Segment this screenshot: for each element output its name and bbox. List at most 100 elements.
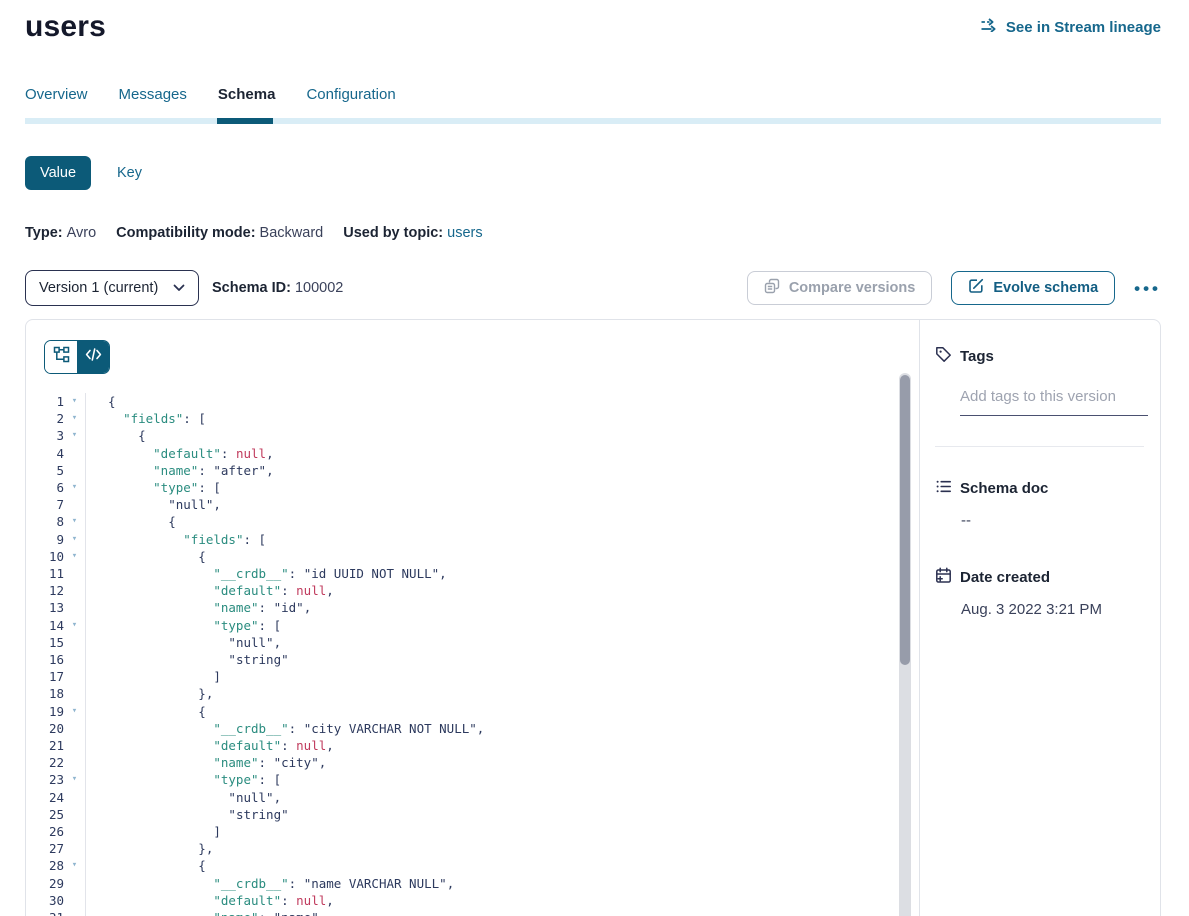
- evolve-schema-label: Evolve schema: [993, 280, 1098, 296]
- code-text: "name": "city",: [85, 754, 919, 771]
- page: users See in Stream lineage Overview Mes…: [0, 0, 1189, 916]
- tree-view-button[interactable]: [45, 341, 77, 373]
- code-line: 13 "name": "id",: [44, 599, 919, 616]
- collapse-caret-icon[interactable]: ▾: [64, 479, 85, 496]
- code-text: {: [85, 393, 919, 410]
- code-text: "fields": [: [85, 531, 919, 548]
- compare-versions-button[interactable]: Compare versions: [747, 271, 933, 305]
- caret-spacer: [64, 789, 85, 806]
- line-number: 2: [44, 410, 64, 427]
- code-text: "default": null,: [85, 445, 919, 462]
- code-brackets-icon: [85, 347, 102, 367]
- line-number: 24: [44, 789, 64, 806]
- line-number: 22: [44, 754, 64, 771]
- calendar-plus-icon: [935, 567, 952, 588]
- code-line: 1▾{: [44, 393, 919, 410]
- collapse-caret-icon[interactable]: ▾: [64, 410, 85, 427]
- collapse-caret-icon[interactable]: ▾: [64, 771, 85, 788]
- evolve-schema-button[interactable]: Evolve schema: [951, 271, 1115, 305]
- schema-sidebar: Tags Schema doc: [919, 320, 1160, 916]
- code-text: {: [85, 513, 919, 530]
- value-key-toggle: Value Key: [25, 156, 1161, 190]
- compare-versions-label: Compare versions: [789, 280, 916, 296]
- compat-value: Backward: [260, 225, 324, 241]
- code-line: 18 },: [44, 685, 919, 702]
- value-toggle-button[interactable]: Value: [25, 156, 91, 190]
- code-text: },: [85, 840, 919, 857]
- line-number: 27: [44, 840, 64, 857]
- caret-spacer: [64, 892, 85, 909]
- code-line: 20 "__crdb__": "city VARCHAR NOT NULL",: [44, 720, 919, 737]
- caret-spacer: [64, 599, 85, 616]
- caret-spacer: [64, 496, 85, 513]
- line-number: 6: [44, 479, 64, 496]
- code-scrollbar-thumb[interactable]: [900, 375, 910, 665]
- caret-spacer: [64, 806, 85, 823]
- caret-spacer: [64, 582, 85, 599]
- code-line: 25 "string": [44, 806, 919, 823]
- collapse-caret-icon[interactable]: ▾: [64, 427, 85, 444]
- collapse-caret-icon[interactable]: ▾: [64, 617, 85, 634]
- collapse-caret-icon[interactable]: ▾: [64, 531, 85, 548]
- schema-code-panel: 1▾{2▾ "fields": [3▾ {4 "default": null,5…: [26, 320, 919, 916]
- code-text: "type": [: [85, 479, 919, 496]
- tags-title: Tags: [960, 348, 994, 365]
- tag-icon: [935, 346, 952, 367]
- line-number: 8: [44, 513, 64, 530]
- schema-meta-row: Type:Avro Compatibility mode:Backward Us…: [25, 225, 1161, 241]
- code-text: "name": "id",: [85, 599, 919, 616]
- active-tab-indicator: [217, 118, 273, 124]
- code-view-button[interactable]: [77, 341, 109, 373]
- code-line: 21 "default": null,: [44, 737, 919, 754]
- topic-link[interactable]: users: [447, 225, 482, 241]
- code-line: 7 "null",: [44, 496, 919, 513]
- code-text: "string": [85, 806, 919, 823]
- line-number: 14: [44, 617, 64, 634]
- code-text: {: [85, 548, 919, 565]
- line-number: 17: [44, 668, 64, 685]
- code-line: 27 },: [44, 840, 919, 857]
- caret-spacer: [64, 445, 85, 462]
- code-line: 17 ]: [44, 668, 919, 685]
- collapse-caret-icon[interactable]: ▾: [64, 513, 85, 530]
- code-line: 16 "string": [44, 651, 919, 668]
- caret-spacer: [64, 651, 85, 668]
- caret-spacer: [64, 634, 85, 651]
- collapse-caret-icon[interactable]: ▾: [64, 703, 85, 720]
- code-line: 10▾ {: [44, 548, 919, 565]
- caret-spacer: [64, 754, 85, 771]
- code-text: "type": [: [85, 617, 919, 634]
- line-number: 30: [44, 892, 64, 909]
- line-number: 23: [44, 771, 64, 788]
- line-number: 21: [44, 737, 64, 754]
- code-line: 23▾ "type": [: [44, 771, 919, 788]
- code-text: {: [85, 857, 919, 874]
- code-text: "__crdb__": "name VARCHAR NULL",: [85, 875, 919, 892]
- more-options-button[interactable]: •••: [1134, 280, 1161, 297]
- code-line: 8▾ {: [44, 513, 919, 530]
- tab-overview[interactable]: Overview: [25, 86, 88, 118]
- collapse-caret-icon[interactable]: ▾: [64, 393, 85, 410]
- line-number: 20: [44, 720, 64, 737]
- see-in-stream-lineage-link[interactable]: See in Stream lineage: [980, 18, 1161, 36]
- line-number: 19: [44, 703, 64, 720]
- schema-id-value: 100002: [295, 280, 343, 296]
- add-tags-input[interactable]: [960, 388, 1148, 416]
- code-scrollbar-track[interactable]: [899, 373, 911, 916]
- key-toggle-button[interactable]: Key: [117, 165, 142, 181]
- tab-configuration[interactable]: Configuration: [306, 86, 395, 118]
- version-select-value: Version 1 (current): [39, 280, 158, 296]
- tab-schema[interactable]: Schema: [218, 86, 276, 118]
- collapse-caret-icon[interactable]: ▾: [64, 548, 85, 565]
- code-text: "default": null,: [85, 737, 919, 754]
- date-created-value: Aug. 3 2022 3:21 PM: [961, 601, 1144, 618]
- caret-spacer: [64, 720, 85, 737]
- view-mode-toggle: [44, 340, 110, 374]
- code-text: "__crdb__": "city VARCHAR NOT NULL",: [85, 720, 919, 737]
- version-select[interactable]: Version 1 (current): [25, 270, 199, 306]
- collapse-caret-icon[interactable]: ▾: [64, 857, 85, 874]
- compare-versions-icon: [764, 278, 780, 298]
- line-number: 18: [44, 685, 64, 702]
- line-number: 25: [44, 806, 64, 823]
- tab-messages[interactable]: Messages: [119, 86, 187, 118]
